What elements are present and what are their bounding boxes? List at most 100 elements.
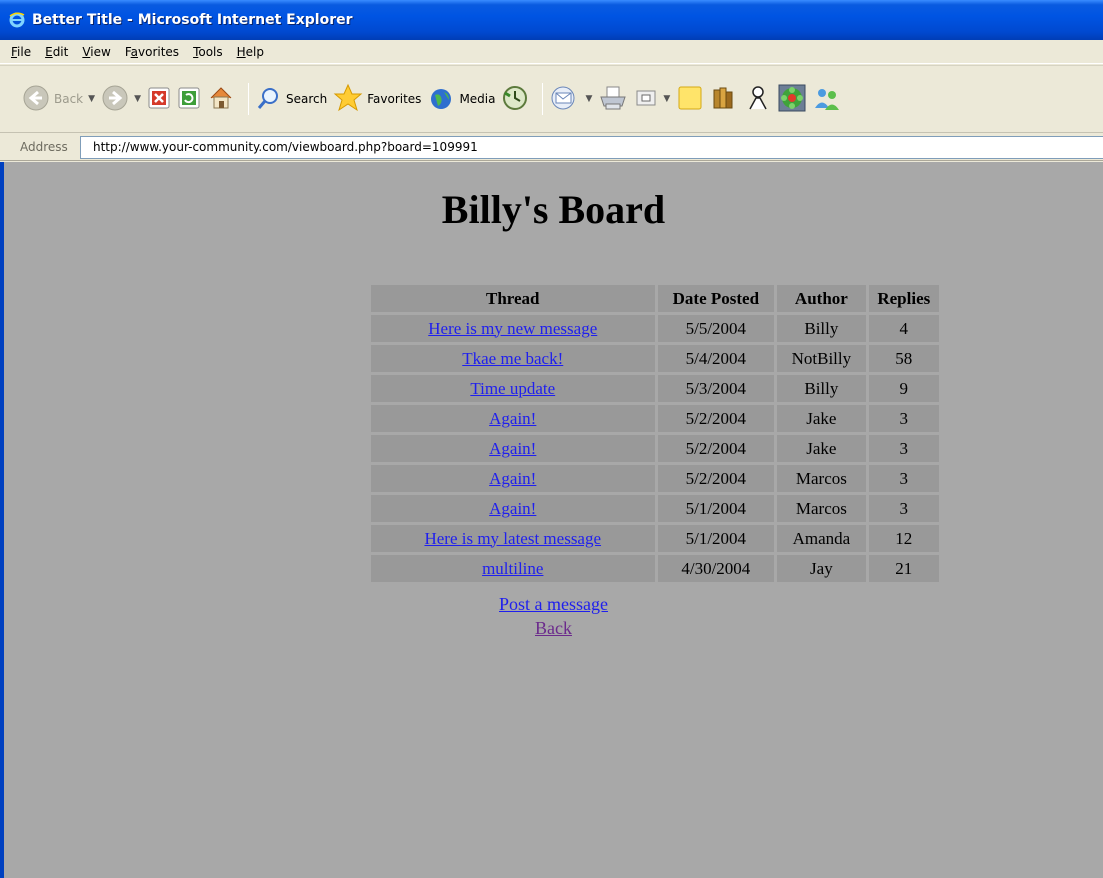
replies-cell: 3	[868, 435, 939, 462]
search-button[interactable]: Search	[256, 82, 327, 116]
thread-cell: Again!	[371, 405, 655, 432]
table-row: Again! 5/2/2004 Marcos 3	[371, 465, 939, 492]
author-cell: Amanda	[777, 525, 866, 552]
icq-button[interactable]	[778, 82, 806, 116]
chevron-down-icon[interactable]: ▼	[663, 94, 670, 104]
address-bar: Address http://www.your-community.com/vi…	[0, 134, 1103, 161]
author-cell: Jake	[777, 435, 866, 462]
favorites-label: Favorites	[367, 92, 422, 106]
thread-link[interactable]: Tkae me back!	[462, 349, 563, 368]
thread-cell: Again!	[371, 495, 655, 522]
history-button[interactable]	[501, 82, 529, 116]
thread-cell: Tkae me back!	[371, 345, 655, 372]
author-cell: Billy	[777, 315, 866, 342]
thread-cell: Again!	[371, 465, 655, 492]
table-row: Time update 5/3/2004 Billy 9	[371, 375, 939, 402]
menu-favorites[interactable]: Favorites	[118, 43, 186, 61]
table-row: Again! 5/2/2004 Jake 3	[371, 435, 939, 462]
refresh-button[interactable]	[177, 82, 201, 116]
date-cell: 5/2/2004	[657, 435, 775, 462]
date-cell: 5/4/2004	[657, 345, 775, 372]
toolbar: Back ▼ ▼ Search Favorites Media ▼ ▼	[0, 65, 1103, 133]
table-row: Here is my latest message 5/1/2004 Amand…	[371, 525, 939, 552]
edit-page-icon	[634, 86, 658, 113]
author-cell: NotBilly	[777, 345, 866, 372]
notes-button[interactable]	[676, 82, 704, 116]
history-icon	[501, 84, 529, 115]
chevron-down-icon[interactable]: ▼	[88, 94, 95, 104]
printer-icon	[598, 84, 628, 115]
thread-link[interactable]: Again!	[489, 409, 536, 428]
back-button[interactable]: Back ▼	[22, 82, 95, 116]
thread-link[interactable]: Again!	[489, 499, 536, 518]
author-cell: Jay	[777, 555, 866, 582]
print-button[interactable]	[598, 82, 628, 116]
thread-link[interactable]: Here is my new message	[428, 319, 597, 338]
thread-link[interactable]: Again!	[489, 469, 536, 488]
chevron-down-icon[interactable]: ▼	[134, 94, 141, 104]
menu-view[interactable]: View	[75, 43, 117, 61]
replies-cell: 21	[868, 555, 939, 582]
replies-cell: 58	[868, 345, 939, 372]
books-icon	[710, 84, 738, 115]
menu-help[interactable]: Help	[230, 43, 271, 61]
author-cell: Marcos	[777, 465, 866, 492]
table-row: multiline 4/30/2004 Jay 21	[371, 555, 939, 582]
chevron-down-icon[interactable]: ▼	[585, 94, 592, 104]
research-button[interactable]	[710, 82, 738, 116]
thread-cell: Here is my new message	[371, 315, 655, 342]
refresh-icon	[177, 86, 201, 113]
mail-icon	[550, 84, 580, 115]
forward-button[interactable]: ▼	[101, 82, 141, 116]
mail-button[interactable]: ▼	[550, 82, 592, 116]
flower-icon	[778, 84, 806, 115]
author-cell: Jake	[777, 405, 866, 432]
column-header-replies: Replies	[868, 285, 939, 312]
contacts-button[interactable]	[812, 82, 842, 116]
toolbar-separator	[247, 83, 249, 115]
sticky-note-icon	[676, 84, 704, 115]
home-button[interactable]	[207, 82, 235, 116]
search-label: Search	[285, 92, 328, 106]
home-icon	[207, 84, 235, 115]
media-button[interactable]: Media	[427, 82, 495, 116]
back-label: Back	[54, 92, 84, 106]
star-icon	[333, 83, 363, 116]
messenger-button[interactable]	[744, 82, 772, 116]
threads-table: Thread Date Posted Author Replies Here i…	[368, 282, 942, 585]
date-cell: 5/3/2004	[657, 375, 775, 402]
replies-cell: 3	[868, 405, 939, 432]
thread-cell: Here is my latest message	[371, 525, 655, 552]
thread-link[interactable]: Here is my latest message	[424, 529, 601, 548]
date-cell: 5/1/2004	[657, 525, 775, 552]
table-header-row: Thread Date Posted Author Replies	[371, 285, 939, 312]
back-arrow-icon	[22, 84, 50, 115]
thread-cell: Time update	[371, 375, 655, 402]
thread-link[interactable]: Time update	[470, 379, 555, 398]
menu-tools[interactable]: Tools	[186, 43, 230, 61]
column-header-author: Author	[777, 285, 866, 312]
menu-edit[interactable]: Edit	[38, 43, 75, 61]
author-cell: Billy	[777, 375, 866, 402]
post-message-link[interactable]: Post a message	[499, 594, 608, 614]
address-input[interactable]: http://www.your-community.com/viewboard.…	[80, 135, 1103, 159]
date-cell: 5/5/2004	[657, 315, 775, 342]
stop-button[interactable]	[147, 82, 171, 116]
toolbar-separator	[542, 83, 544, 115]
thread-link[interactable]: Again!	[489, 439, 536, 458]
menu-file[interactable]: File	[4, 43, 38, 61]
table-row: Again! 5/2/2004 Jake 3	[371, 405, 939, 432]
thread-link[interactable]: multiline	[482, 559, 543, 578]
author-cell: Marcos	[777, 495, 866, 522]
stop-icon	[147, 86, 171, 113]
column-header-date: Date Posted	[657, 285, 775, 312]
date-cell: 5/2/2004	[657, 405, 775, 432]
back-link[interactable]: Back	[535, 618, 572, 638]
search-icon	[256, 85, 282, 114]
edit-button[interactable]: ▼	[634, 82, 670, 116]
replies-cell: 12	[868, 525, 939, 552]
window-title: Better Title - Microsoft Internet Explor…	[32, 12, 353, 28]
replies-cell: 3	[868, 495, 939, 522]
column-header-thread: Thread	[371, 285, 655, 312]
favorites-button[interactable]: Favorites	[333, 82, 421, 116]
